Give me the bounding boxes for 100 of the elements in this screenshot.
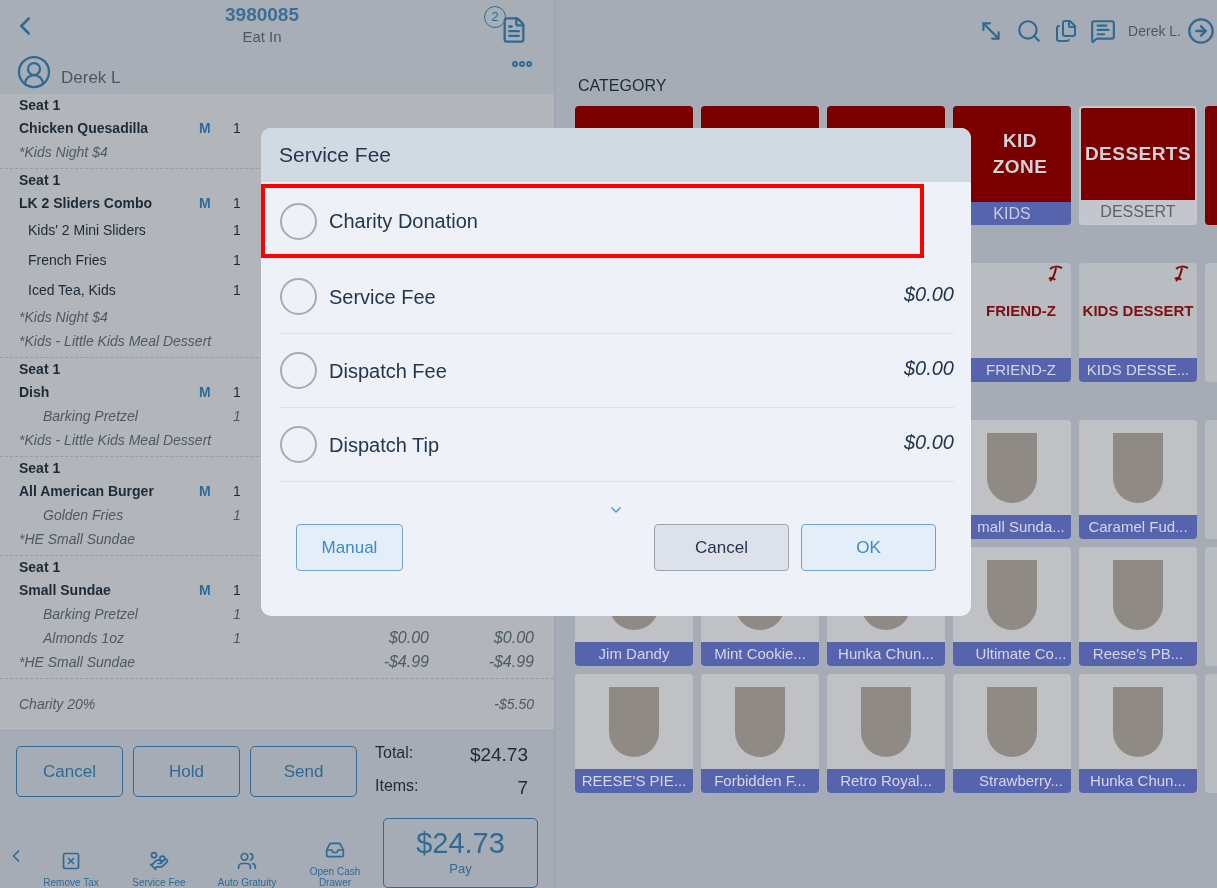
quantity-text: 1: [233, 406, 241, 426]
modifier-letter: M: [199, 580, 212, 600]
tool-button[interactable]: Open Cash Drawer: [292, 840, 378, 888]
fee-option[interactable]: Dispatch Fee $0.00: [280, 334, 954, 408]
menu-item-tile[interactable]: Retro Royal...: [827, 674, 945, 793]
total-text: -$4.99: [488, 652, 534, 672]
manual-button[interactable]: Manual: [296, 524, 403, 571]
menu-item-tile[interactable]: Strawberry...: [953, 674, 1071, 793]
script-logo-icon: [1047, 265, 1063, 283]
chat-icon[interactable]: [1090, 18, 1117, 44]
seat-label: Seat 1: [19, 558, 61, 577]
server-name: Derek L: [61, 66, 121, 89]
option-label: Dispatch Fee: [329, 358, 447, 384]
menu-item-tile[interactable]: Caramel Fud...: [1079, 420, 1197, 539]
discount-amount: -$5.50: [494, 695, 534, 714]
modifier-letter: M: [199, 382, 212, 402]
ok-button[interactable]: OK: [801, 524, 936, 571]
modifier-name: Kids' 2 Mini Sliders: [28, 220, 147, 240]
quantity-text: 1: [233, 220, 241, 240]
note-text: *Kids Night $4: [19, 142, 108, 162]
tool-button[interactable]: Remove Tax: [28, 851, 114, 888]
option-label: Service Fee: [329, 284, 436, 310]
total-text: $0.00: [493, 628, 534, 648]
items-label: Items:: [375, 775, 420, 796]
total-label: Total:: [375, 743, 415, 763]
quantity-text: 1: [233, 193, 241, 213]
quantity-text: 1: [233, 505, 241, 525]
price-text: $0.00: [388, 628, 429, 648]
dialog-title: Service Fee: [279, 142, 392, 169]
search-icon[interactable]: [1016, 18, 1043, 44]
script-logo-icon: [1173, 265, 1189, 283]
items-count: 7: [516, 775, 528, 800]
note-text: *Kids - Little Kids Meal Dessert: [19, 331, 212, 351]
fee-option[interactable]: Charity Donation: [261, 184, 924, 258]
order-number: 3980085: [225, 3, 299, 26]
option-amount: $0.00: [903, 355, 954, 381]
modifier-letter: M: [199, 481, 212, 501]
side-name: Barking Pretzel: [43, 406, 139, 426]
action-button[interactable]: Send: [250, 746, 357, 797]
note-text: *HE Small Sundae: [19, 652, 135, 672]
radio-button[interactable]: [280, 202, 317, 240]
seat-label: Seat 1: [19, 459, 61, 478]
note-text: *Kids Night $4: [19, 307, 108, 327]
quantity-text: 1: [233, 481, 241, 501]
option-label: Charity Donation: [329, 209, 478, 234]
total-amount: $24.73: [468, 743, 528, 767]
note-text: *Kids - Little Kids Meal Dessert: [19, 430, 212, 450]
tool-button[interactable]: Service Fee: [116, 851, 202, 888]
action-button[interactable]: Hold: [133, 746, 240, 797]
order-type: Eat In: [242, 26, 282, 47]
quantity-text: 1: [233, 580, 241, 600]
radio-button[interactable]: [280, 352, 317, 389]
note-text: *HE Small Sundae: [19, 529, 135, 549]
option-label: Dispatch Tip: [329, 432, 440, 458]
x-box-icon: [61, 851, 81, 871]
quantity-text: 1: [233, 382, 241, 402]
modifier-letter: M: [199, 193, 212, 213]
quantity-text: 1: [233, 628, 241, 648]
item-name: Dish: [19, 382, 51, 402]
item-name: Chicken Quesadilla: [19, 118, 150, 138]
category-heading: CATEGORY: [578, 76, 667, 96]
price-text: -$4.99: [383, 652, 429, 672]
menu-item-tile[interactable]: REESE'S PIE...: [575, 674, 693, 793]
radio-button[interactable]: [280, 278, 317, 315]
coins-icon: [149, 851, 169, 871]
quantity-text: 1: [233, 250, 241, 270]
radio-button[interactable]: [280, 426, 317, 463]
item-name: All American Burger: [19, 481, 155, 501]
documents-icon[interactable]: [1054, 19, 1079, 43]
tool-button[interactable]: Auto Gratuity: [204, 851, 290, 888]
menu-item-tile[interactable]: KIDS DESSERT KIDS DESSE...: [1079, 263, 1197, 382]
side-name: Barking Pretzel: [43, 604, 139, 624]
drawer-icon: [325, 840, 345, 860]
people-icon: [237, 851, 257, 871]
quantity-text: 1: [233, 118, 241, 138]
fee-option[interactable]: Service Fee $0.00: [280, 260, 954, 334]
option-amount: $0.00: [903, 281, 954, 307]
action-button[interactable]: Cancel: [16, 746, 123, 797]
item-name: Small Sundae: [19, 580, 112, 600]
option-amount: $0.00: [903, 429, 954, 455]
seat-label: Seat 1: [19, 96, 61, 115]
quantity-text: 1: [233, 604, 241, 624]
fee-option[interactable]: Dispatch Tip $0.00: [280, 408, 954, 482]
menu-item-tile[interactable]: Reese's PB...: [1079, 547, 1197, 666]
modifier-name: French Fries: [28, 250, 108, 270]
menu-item-tile[interactable]: Ultimate Co...: [953, 547, 1071, 666]
category-tile[interactable]: DESSERTS DESSERT: [1079, 106, 1197, 225]
menu-item-tile[interactable]: Hunka Chun...: [1079, 674, 1197, 793]
quantity-text: 1: [233, 280, 241, 300]
discount-label: Charity 20%: [19, 695, 96, 714]
side-name: Golden Fries: [43, 505, 125, 525]
avatar-icon: [16, 54, 52, 90]
seat-label: Seat 1: [19, 171, 61, 190]
logout-icon[interactable]: [1187, 17, 1215, 45]
seat-label: Seat 1: [19, 360, 61, 379]
menu-item-tile[interactable]: Forbidden F...: [701, 674, 819, 793]
pay-button[interactable]: $24.73 Pay: [383, 818, 538, 888]
cancel-button[interactable]: Cancel: [654, 524, 789, 571]
item-name: LK 2 Sliders Combo: [19, 193, 154, 213]
side-name: Almonds 1oz: [43, 628, 125, 648]
